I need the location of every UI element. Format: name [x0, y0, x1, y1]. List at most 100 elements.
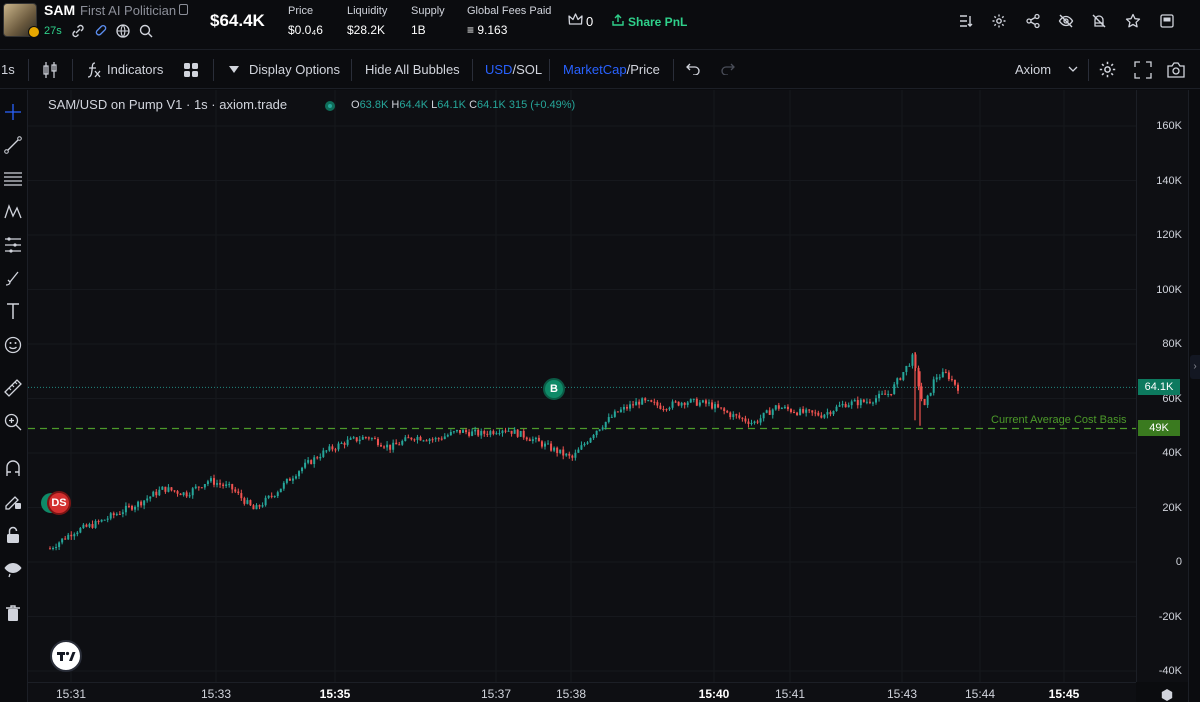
lock-icon[interactable]: [3, 525, 23, 545]
fullscreen-icon[interactable]: [1134, 61, 1152, 79]
expand-panel-chevron-icon[interactable]: ›: [1190, 355, 1200, 379]
share-pnl-button[interactable]: Share PnL: [628, 15, 687, 29]
candle-body: [565, 453, 568, 456]
candle-body: [929, 392, 932, 396]
candle-body: [206, 481, 209, 485]
candle-body: [219, 483, 222, 485]
candle-body: [780, 408, 783, 410]
time-tick-label: 15:37: [480, 687, 512, 701]
candle-body: [777, 405, 780, 409]
sort-list-icon[interactable]: [958, 13, 974, 29]
ruler-icon[interactable]: [3, 378, 23, 398]
axis-settings-hexagon-icon[interactable]: [1160, 688, 1174, 702]
magnet-icon[interactable]: [3, 458, 23, 478]
candle-body: [124, 505, 127, 513]
pattern-icon[interactable]: [3, 202, 23, 222]
layout-panel-icon[interactable]: [1159, 13, 1175, 29]
candle-body: [553, 447, 556, 451]
chart-pane[interactable]: [28, 90, 1136, 682]
currency-toggle[interactable]: USD/SOL: [485, 62, 542, 77]
buy-bubble[interactable]: B: [543, 378, 565, 400]
price-tick-label: 160K: [1156, 120, 1182, 132]
hide-eye-icon[interactable]: [1058, 13, 1074, 29]
ohlc-readout: O63.8K H64.4K L64.1K C64.1K 315 (+0.49%): [351, 99, 575, 111]
candle-body: [905, 365, 908, 373]
candle-body: [255, 505, 258, 510]
right-panel-strip: [1188, 90, 1200, 702]
zoom-in-icon[interactable]: [3, 412, 23, 432]
dev-sell-bubble[interactable]: DS: [47, 491, 71, 515]
hide-drawings-eye-icon[interactable]: [3, 558, 23, 578]
price-tick-label: -40K: [1158, 665, 1182, 677]
star-icon[interactable]: [1125, 13, 1141, 29]
metric-mcap[interactable]: MarketCap: [563, 62, 627, 77]
token-ticker: SAM: [44, 2, 76, 18]
candle-body: [137, 501, 140, 507]
stat-value: $28.2K: [347, 23, 386, 37]
candle-body: [404, 437, 407, 441]
candle-body: [938, 377, 941, 379]
fib-retracement-icon[interactable]: [3, 169, 23, 189]
candle-body: [258, 505, 261, 507]
candle-body: [808, 409, 811, 411]
share-upload-icon[interactable]: [611, 13, 625, 27]
stat-value: $0.0₄6: [288, 23, 323, 37]
prediction-icon[interactable]: [3, 235, 23, 255]
emoji-icon[interactable]: [3, 335, 23, 355]
price-tick-label: 80K: [1162, 338, 1182, 350]
candle-body: [817, 412, 820, 416]
candlestick-chart[interactable]: [28, 90, 1136, 682]
candle-body: [844, 403, 847, 408]
templates-grid-icon[interactable]: [183, 62, 199, 78]
candle-body: [279, 488, 282, 493]
trend-line-icon[interactable]: [3, 135, 23, 155]
caret-down-icon[interactable]: [229, 66, 239, 74]
link-icon[interactable]: [70, 23, 86, 39]
candle-body: [100, 519, 103, 522]
crosshair-icon[interactable]: [3, 102, 23, 122]
stat-liquidity: Liquidity $28.2K: [347, 5, 387, 37]
candle-body: [680, 402, 683, 406]
hide-bubbles-button[interactable]: Hide All Bubbles: [365, 62, 460, 77]
settings-gear-icon[interactable]: [991, 13, 1007, 29]
chevron-down-icon[interactable]: [1068, 66, 1078, 73]
candles-icon[interactable]: [42, 61, 58, 79]
pump-pill-icon[interactable]: [93, 23, 109, 39]
hide-chef-icon[interactable]: [1091, 13, 1107, 29]
display-options-button[interactable]: Display Options: [249, 62, 340, 77]
interval-selector[interactable]: 1s: [1, 62, 15, 77]
brush-icon[interactable]: [3, 268, 23, 288]
candle-body: [88, 524, 91, 527]
undo-icon[interactable]: [686, 63, 700, 75]
chart-settings-icon[interactable]: [1098, 60, 1117, 79]
fx-indicators-icon[interactable]: [86, 61, 102, 79]
text-tool-icon[interactable]: [3, 301, 23, 321]
redo-icon[interactable]: [721, 63, 735, 75]
currency-usd[interactable]: USD: [485, 62, 512, 77]
candle-body: [121, 512, 124, 514]
trash-icon[interactable]: [3, 603, 23, 623]
candle-body: [468, 432, 471, 436]
globe-icon[interactable]: [115, 23, 131, 39]
metric-toggle[interactable]: MarketCap/Price: [563, 62, 660, 77]
lock-drawing-pencil-icon[interactable]: [3, 491, 23, 511]
metric-price[interactable]: Price: [630, 62, 660, 77]
indicators-button[interactable]: Indicators: [107, 62, 163, 77]
candle-body: [52, 548, 55, 550]
source-selector[interactable]: Axiom: [1015, 62, 1051, 77]
candle-body: [747, 421, 750, 424]
candle-body: [82, 524, 85, 529]
copy-icon[interactable]: [179, 4, 188, 15]
candle-body: [868, 401, 871, 403]
share-nodes-icon[interactable]: [1025, 13, 1041, 29]
tradingview-logo[interactable]: [50, 640, 82, 672]
search-icon[interactable]: [138, 23, 154, 39]
time-axis[interactable]: 15:31 15:33 15:35 15:37 15:38 15:40 15:41 15:43…: [28, 682, 1136, 702]
candle-body: [531, 439, 534, 442]
candle-body: [155, 491, 158, 496]
candle-body: [319, 456, 322, 459]
candle-body: [395, 442, 398, 445]
crown-icon[interactable]: [568, 13, 583, 27]
screenshot-camera-icon[interactable]: [1166, 61, 1186, 79]
currency-sol[interactable]: SOL: [516, 62, 542, 77]
